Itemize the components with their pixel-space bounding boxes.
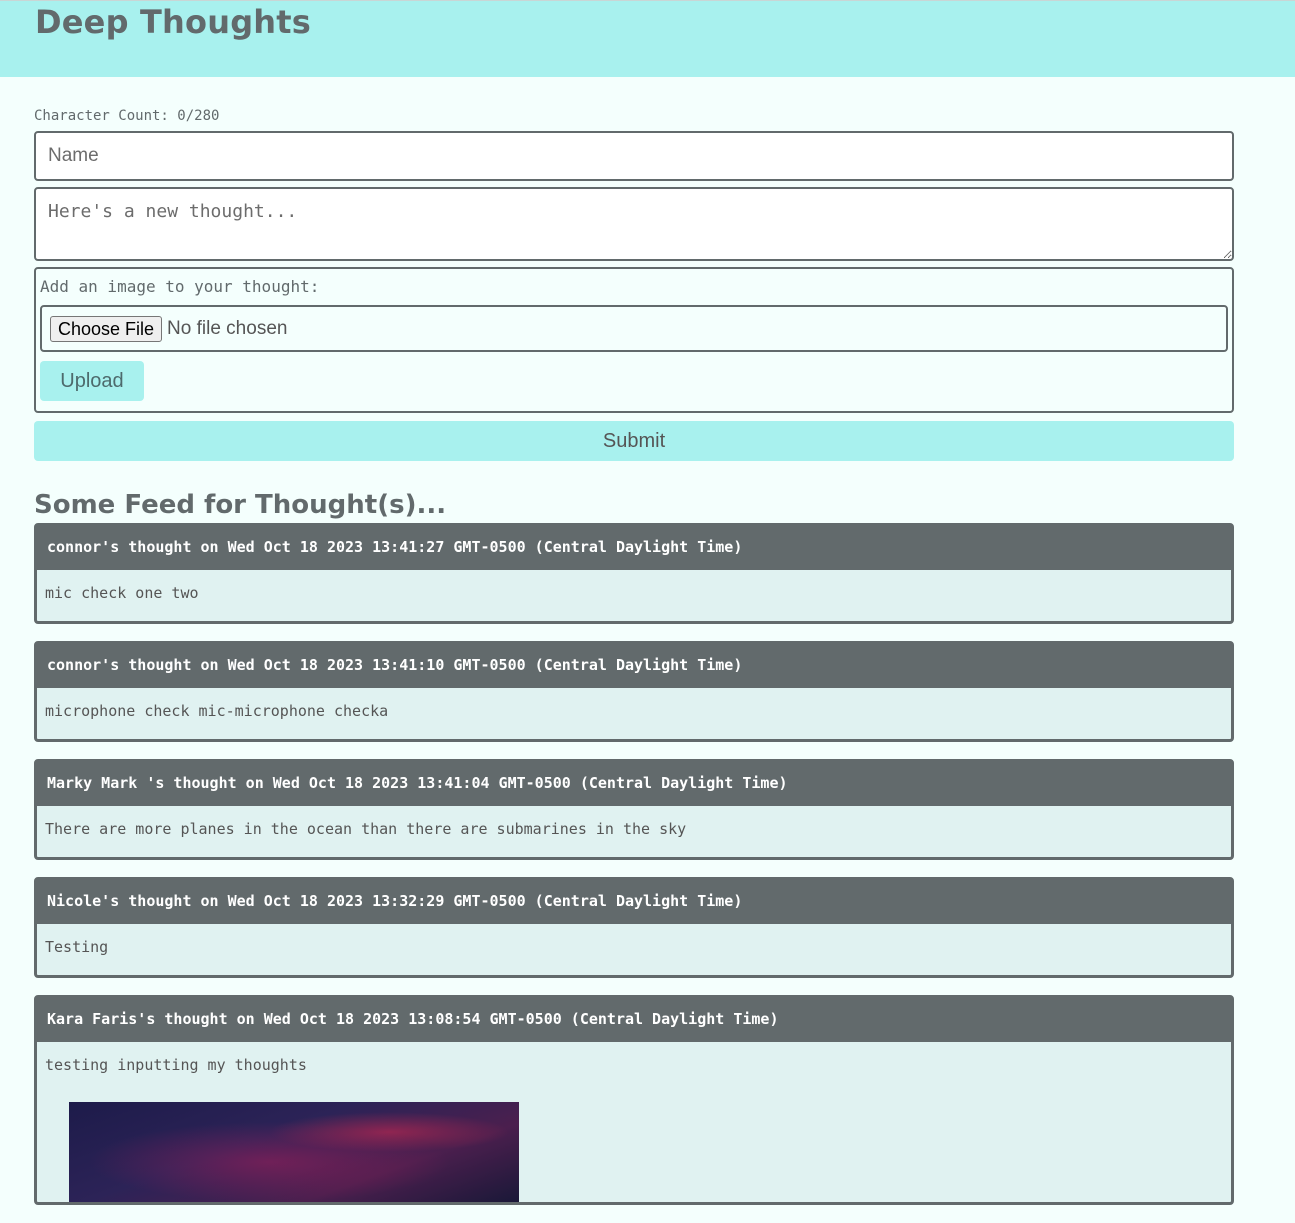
thought-card-body: mic check one two bbox=[45, 584, 199, 602]
thought-textarea[interactable] bbox=[34, 187, 1234, 261]
thought-image bbox=[69, 1102, 519, 1202]
submit-button[interactable]: Submit bbox=[34, 421, 1234, 461]
thought-card-header: Kara Faris's thought on Wed Oct 18 2023 … bbox=[37, 997, 1231, 1042]
thought-card: connor's thought on Wed Oct 18 2023 13:4… bbox=[34, 641, 1234, 742]
thought-card-header: connor's thought on Wed Oct 18 2023 13:4… bbox=[37, 643, 1231, 688]
image-upload-label: Add an image to your thought: bbox=[40, 277, 320, 296]
thought-card-body: testing inputting my thoughts bbox=[45, 1056, 307, 1074]
file-input[interactable]: Choose File No file chosen bbox=[40, 305, 1228, 352]
thought-card-header: connor's thought on Wed Oct 18 2023 13:4… bbox=[37, 525, 1231, 570]
thought-card-body: Testing bbox=[45, 938, 109, 956]
feed-title: Some Feed for Thought(s)... bbox=[34, 490, 447, 520]
character-count: Character Count: 0/280 bbox=[34, 108, 220, 124]
file-status-text: No file chosen bbox=[167, 317, 288, 339]
thought-card: connor's thought on Wed Oct 18 2023 13:4… bbox=[34, 523, 1234, 624]
page-title: Deep Thoughts bbox=[35, 3, 312, 41]
image-upload-section: Add an image to your thought: Choose Fil… bbox=[34, 267, 1234, 413]
thought-card-header: Nicole's thought on Wed Oct 18 2023 13:3… bbox=[37, 879, 1231, 924]
thought-card-body: microphone check mic-microphone checka bbox=[45, 702, 389, 720]
thought-feed: connor's thought on Wed Oct 18 2023 13:4… bbox=[34, 523, 1234, 1205]
upload-button[interactable]: Upload bbox=[40, 361, 144, 401]
thought-card-header: Marky Mark 's thought on Wed Oct 18 2023… bbox=[37, 761, 1231, 806]
thought-form: Character Count: 0/280 Add an image to y… bbox=[34, 107, 1234, 461]
choose-file-button[interactable]: Choose File bbox=[50, 315, 163, 342]
page-header: Deep Thoughts bbox=[0, 0, 1295, 77]
thought-card: Nicole's thought on Wed Oct 18 2023 13:3… bbox=[34, 877, 1234, 978]
main-content: Character Count: 0/280 Add an image to y… bbox=[0, 107, 1234, 1205]
name-input[interactable] bbox=[34, 131, 1234, 181]
thought-card-body: There are more planes in the ocean than … bbox=[45, 820, 687, 838]
thought-card: Kara Faris's thought on Wed Oct 18 2023 … bbox=[34, 995, 1234, 1205]
thought-card: Marky Mark 's thought on Wed Oct 18 2023… bbox=[34, 759, 1234, 860]
